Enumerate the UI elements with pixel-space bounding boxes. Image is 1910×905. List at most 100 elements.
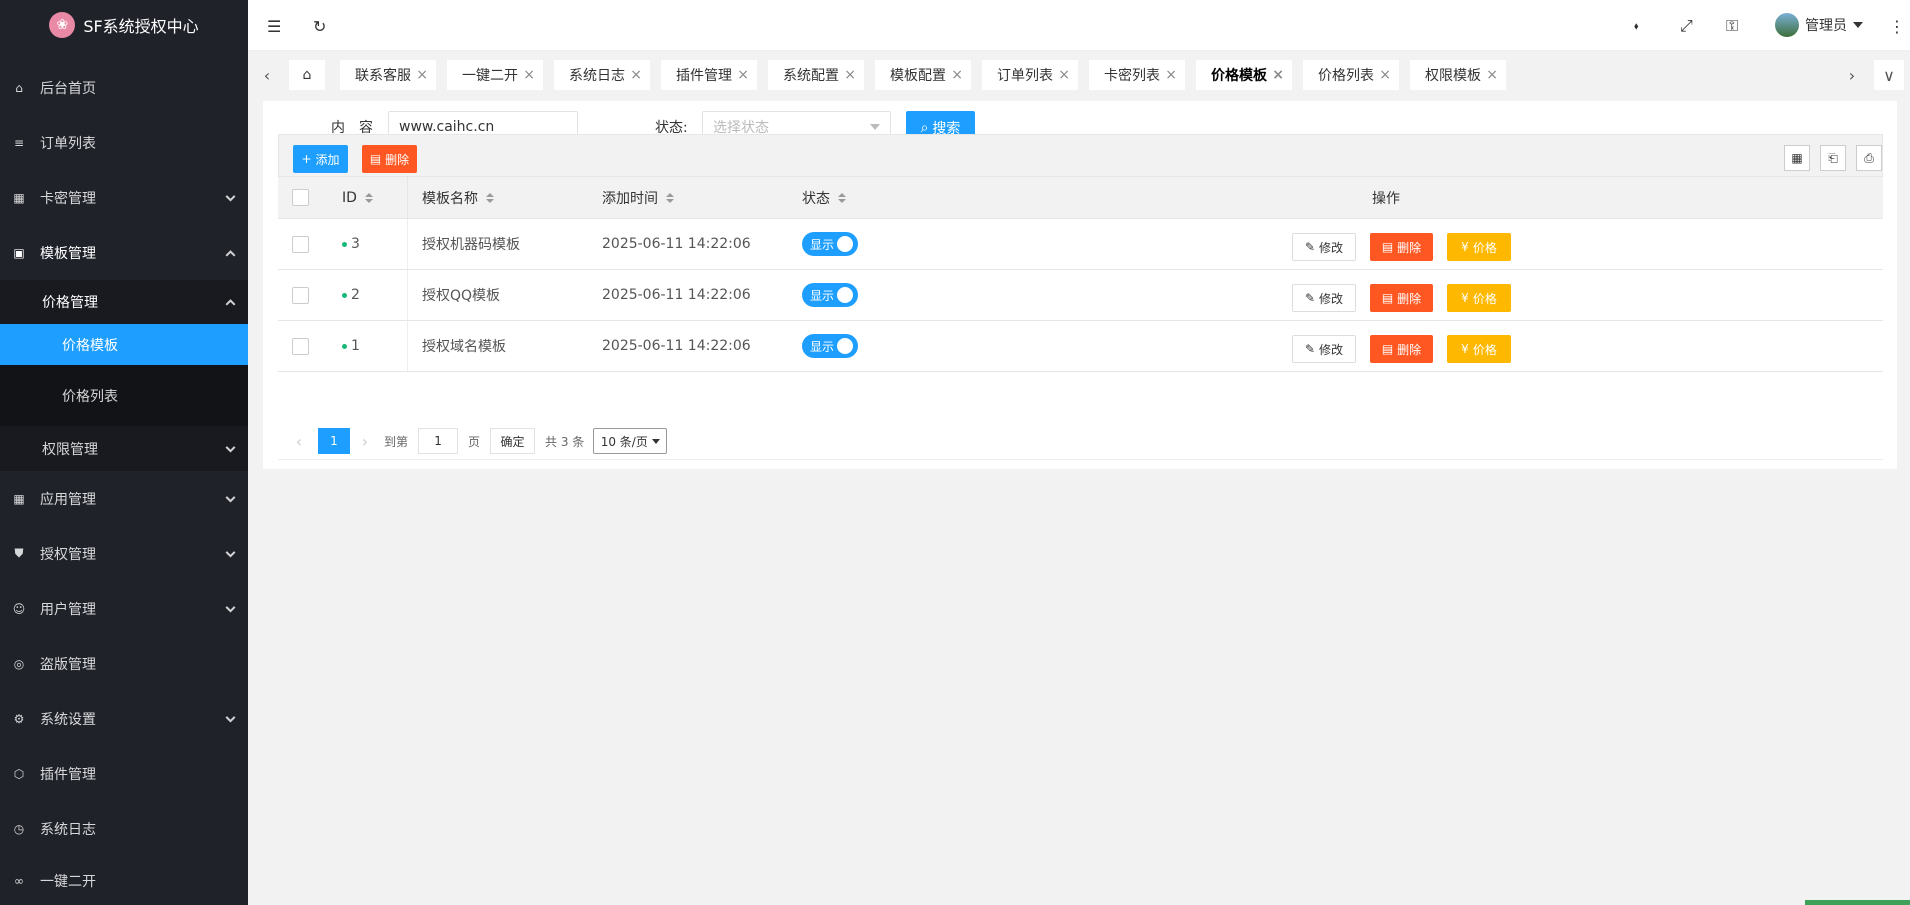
close-icon[interactable]: × [1379, 67, 1391, 83]
edit-button[interactable]: ✎ 修改 [1292, 284, 1356, 312]
status-toggle[interactable]: 显示 [802, 232, 858, 256]
tab-contact[interactable]: 联系客服 × [340, 60, 436, 90]
goto-confirm-button[interactable]: 确定 [490, 428, 536, 454]
lock-icon[interactable]: ⚿ [1726, 14, 1738, 38]
pencil-icon: ✎ [1304, 291, 1316, 305]
sort-icon[interactable] [838, 192, 846, 203]
refresh-icon[interactable]: ↻ [313, 14, 326, 38]
print-icon[interactable]: ⎙ [1856, 145, 1882, 171]
app-logo[interactable]: ❀ SF系统授权中心 [0, 0, 248, 50]
close-icon[interactable]: × [523, 67, 535, 83]
sidebar-item-orders[interactable]: ≡ 订单列表 [0, 115, 248, 170]
select-all-checkbox[interactable] [292, 189, 309, 206]
sidebar-item-settings[interactable]: ⚙ 系统设置 [0, 691, 248, 746]
sidebar-item-templates[interactable]: ▣ 模板管理 [0, 225, 248, 280]
tab-permission[interactable]: 权限模板 × [1410, 60, 1506, 90]
header-id[interactable]: ID [342, 177, 373, 218]
sidebar-item-permission[interactable]: 权限管理 [0, 426, 248, 471]
tab-price-template[interactable]: 价格模板 × [1196, 60, 1292, 90]
globe-icon: ◎ [13, 656, 25, 671]
close-icon[interactable]: × [1272, 67, 1284, 83]
add-button[interactable]: + 添加 [293, 145, 348, 173]
close-icon[interactable]: × [630, 67, 642, 83]
sidebar-item-price-template[interactable]: 价格模板 [0, 324, 248, 365]
header-ops: 操作 [1372, 177, 1400, 218]
sidebar-item-label: 系统日志 [40, 821, 96, 838]
sidebar-item-label: 卡密管理 [40, 190, 96, 207]
tab-cards[interactable]: 卡密列表 × [1089, 60, 1185, 90]
close-icon[interactable]: × [737, 67, 749, 83]
tab-label: 权限模板 [1425, 68, 1481, 84]
home-icon: ⌂ [302, 67, 312, 83]
tab-dropdown-icon[interactable]: ∨ [1874, 60, 1904, 90]
sidebar-item-price-list[interactable]: 价格列表 [0, 365, 248, 426]
header-status[interactable]: 状态 [802, 177, 846, 218]
user-menu[interactable]: 管理员 [1775, 13, 1863, 37]
trash-icon: ▤ [369, 152, 382, 166]
row-checkbox[interactable] [292, 337, 309, 355]
page-prev-icon[interactable]: ‹ [288, 432, 310, 451]
tag-icon[interactable]: ⬪ [1634, 14, 1639, 38]
price-button[interactable]: ¥ 价格 [1447, 233, 1511, 261]
edit-button[interactable]: ✎ 修改 [1292, 335, 1356, 363]
more-icon[interactable]: ⋮ [1889, 14, 1905, 38]
price-button[interactable]: ¥ 价格 [1447, 335, 1511, 363]
sort-icon[interactable] [666, 192, 674, 203]
sidebar-item-apps[interactable]: ▦ 应用管理 [0, 471, 248, 526]
close-icon[interactable]: × [1486, 67, 1498, 83]
toggle-label: 显示 [810, 288, 835, 303]
close-icon[interactable]: × [951, 67, 963, 83]
sort-icon[interactable] [486, 192, 494, 203]
sidebar-item-auth[interactable]: ⛊ 授权管理 [0, 526, 248, 581]
close-icon[interactable]: × [844, 67, 856, 83]
row-checkbox[interactable] [292, 235, 309, 253]
sidebar-item-users[interactable]: ☺ 用户管理 [0, 581, 248, 636]
tab-sysconfig[interactable]: 系统配置 × [768, 60, 864, 90]
tab-home[interactable]: ⌂ [289, 60, 325, 90]
batch-delete-button[interactable]: ▤ 删除 [362, 145, 417, 173]
export-icon[interactable]: ⎗ [1820, 145, 1846, 171]
row-checkbox[interactable] [292, 286, 309, 304]
tab-price-list[interactable]: 价格列表 × [1303, 60, 1399, 90]
goto-page-input[interactable]: 1 [418, 428, 459, 454]
header-name[interactable]: 模板名称 [422, 177, 494, 218]
row-checkbox-cell [292, 270, 309, 320]
sidebar-item-label: 后台首页 [40, 80, 96, 97]
sidebar-item-dev[interactable]: ∞ 一键二开 [0, 856, 248, 905]
columns-icon[interactable]: ▦ [1784, 145, 1810, 171]
sidebar-item-cards[interactable]: ▦ 卡密管理 [0, 170, 248, 225]
sidebar-item-piracy[interactable]: ◎ 盗版管理 [0, 636, 248, 691]
tab-tplconfig[interactable]: 模板配置 × [875, 60, 971, 90]
price-button[interactable]: ¥ 价格 [1447, 284, 1511, 312]
tab-dev[interactable]: 一键二开 × [447, 60, 543, 90]
close-icon[interactable]: × [416, 67, 428, 83]
page-current[interactable]: 1 [318, 428, 350, 454]
tab-orders[interactable]: 订单列表 × [982, 60, 1078, 90]
fullscreen-icon[interactable]: ⤢ [1680, 14, 1693, 38]
chevron-up-icon [225, 299, 236, 310]
header-time[interactable]: 添加时间 [602, 177, 674, 218]
tab-prev-icon[interactable]: ‹ [252, 60, 282, 90]
sidebar-item-home[interactable]: ⌂ 后台首页 [0, 60, 248, 115]
edit-label: 修改 [1319, 291, 1344, 306]
tab-plugins[interactable]: 插件管理 × [661, 60, 757, 90]
sidebar-item-plugins[interactable]: ⬡ 插件管理 [0, 746, 248, 801]
tab-next-icon[interactable]: › [1837, 60, 1867, 90]
status-cell: 显示 [802, 219, 858, 269]
close-icon[interactable]: × [1165, 67, 1177, 83]
sidebar-item-logs[interactable]: ◷ 系统日志 [0, 801, 248, 856]
edit-button[interactable]: ✎ 修改 [1292, 233, 1356, 261]
id-cell: 2 [342, 270, 360, 320]
page-next-icon[interactable]: › [350, 432, 380, 451]
delete-button[interactable]: ▤ 删除 [1370, 335, 1433, 363]
per-page-select[interactable]: 10 条/页 [593, 428, 668, 454]
tab-logs[interactable]: 系统日志 × [554, 60, 650, 90]
delete-button[interactable]: ▤ 删除 [1370, 233, 1433, 261]
close-icon[interactable]: × [1058, 67, 1070, 83]
delete-button[interactable]: ▤ 删除 [1370, 284, 1433, 312]
menu-toggle-icon[interactable]: ☰ [267, 14, 281, 38]
sidebar-item-price-manage[interactable]: 价格管理 [0, 280, 248, 324]
status-toggle[interactable]: 显示 [802, 334, 858, 358]
status-toggle[interactable]: 显示 [802, 283, 858, 307]
sort-icon[interactable] [364, 192, 373, 203]
